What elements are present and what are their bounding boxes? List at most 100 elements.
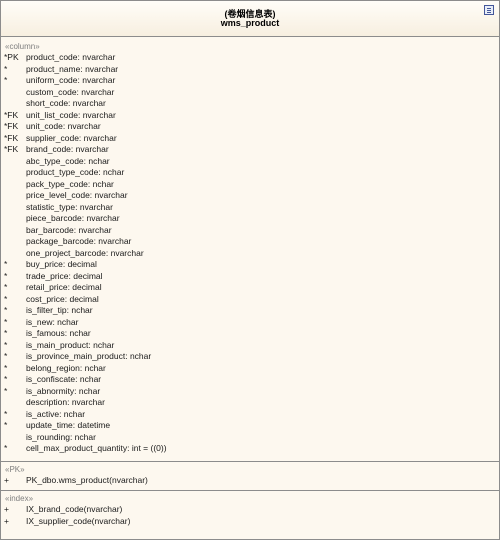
column-row[interactable]: * retail_price: decimal <box>1 282 499 294</box>
column-row-text: uniform_code: nvarchar <box>26 75 116 85</box>
column-row[interactable]: *FK unit_list_code: nvarchar <box>1 110 499 122</box>
column-row[interactable]: * buy_price: decimal <box>1 259 499 271</box>
column-row-text: trade_price: decimal <box>26 270 103 281</box>
column-row-text: product_code: nvarchar <box>26 52 116 62</box>
column-row-text: description: nvarchar <box>26 397 105 407</box>
column-row[interactable]: *PK product_code: nvarchar <box>1 52 499 64</box>
column-row-text: is_rounding: nchar <box>26 431 96 442</box>
column-row[interactable]: short_code: nvarchar <box>1 98 499 110</box>
column-row[interactable]: * trade_price: decimal <box>1 271 499 283</box>
index-row[interactable]: + IX_brand_code(nvarchar) <box>1 504 499 516</box>
class-compartment-icon[interactable] <box>484 5 494 15</box>
column-row-text: cell_max_product_quantity: int = ((0)) <box>26 443 167 453</box>
column-row[interactable]: * is_province_main_product: nchar <box>1 351 499 363</box>
column-row-text: statistic_type: nvarchar <box>26 201 113 212</box>
entity-box[interactable]: (卷烟信息表) wms_product «column» *PK product_… <box>0 0 500 540</box>
column-row[interactable]: * is_active: nchar <box>1 409 499 421</box>
column-row-text: supplier_code: nvarchar <box>26 132 117 143</box>
index-row[interactable]: + IX_supplier_code(nvarchar) <box>1 516 499 528</box>
index-row-text: IX_brand_code(nvarchar) <box>26 504 123 514</box>
column-row[interactable]: description: nvarchar <box>1 397 499 409</box>
columns-list: *PK product_code: nvarchar * product_name: … <box>1 52 499 455</box>
column-row-flag: * <box>4 408 8 419</box>
column-row-text: short_code: nvarchar <box>26 98 106 108</box>
column-row[interactable]: * update_time: datetime <box>1 420 499 432</box>
column-row-flag: * <box>4 259 8 269</box>
column-row[interactable]: * belong_region: nchar <box>1 363 499 375</box>
column-row-text: cost_price: decimal <box>26 293 99 304</box>
column-row[interactable]: statistic_type: nvarchar <box>1 202 499 214</box>
column-row[interactable]: abc_type_code: nchar <box>1 156 499 168</box>
columns-stereotype-label: «column» <box>5 42 40 51</box>
column-row[interactable]: * is_filter_tip: nchar <box>1 305 499 317</box>
pk-row-flag: + <box>4 475 9 485</box>
column-row-flag: *PK <box>4 52 19 62</box>
column-row-flag: * <box>4 385 8 396</box>
column-row[interactable]: * is_famous: nchar <box>1 328 499 340</box>
column-row-flag: *FK <box>4 109 19 120</box>
column-row-text: piece_barcode: nvarchar <box>26 213 120 223</box>
column-row-text: is_new: nchar <box>26 316 79 327</box>
column-row[interactable]: bar_barcode: nvarchar <box>1 225 499 237</box>
column-row[interactable]: package_barcode: nvarchar <box>1 236 499 248</box>
pk-row-text: PK_dbo.wms_product(nvarchar) <box>26 475 148 485</box>
column-row[interactable]: * is_new: nchar <box>1 317 499 329</box>
pk-section: «PK» + PK_dbo.wms_product(nvarchar) <box>1 462 499 491</box>
column-row-text: pack_type_code: nchar <box>26 178 114 189</box>
column-row-text: custom_code: nvarchar <box>26 86 115 97</box>
column-row[interactable]: * product_name: nvarchar <box>1 64 499 76</box>
column-row-flag: * <box>4 282 8 292</box>
column-row-flag: * <box>4 293 8 304</box>
column-row-text: is_confiscate: nchar <box>26 374 102 384</box>
column-row-flag: *FK <box>4 144 19 154</box>
index-list: + IX_brand_code(nvarchar) + IX_supplier_cod… <box>1 504 499 527</box>
column-row[interactable]: * uniform_code: nvarchar <box>1 75 499 87</box>
column-row-text: is_famous: nchar <box>26 328 91 338</box>
column-row[interactable]: * is_confiscate: nchar <box>1 374 499 386</box>
column-row-flag: * <box>4 443 8 453</box>
column-row-flag: * <box>4 270 8 281</box>
column-row[interactable]: *FK brand_code: nvarchar <box>1 144 499 156</box>
column-row-text: is_province_main_product: nchar <box>26 351 152 361</box>
column-row[interactable]: *FK supplier_code: nvarchar <box>1 133 499 145</box>
index-row-flag: + <box>4 515 9 526</box>
column-row-text: buy_price: decimal <box>26 259 97 269</box>
index-row-flag: + <box>4 504 9 514</box>
column-row[interactable]: is_rounding: nchar <box>1 432 499 444</box>
column-row-text: update_time: datetime <box>26 420 111 430</box>
pk-stereotype-label: «PK» <box>5 465 25 474</box>
column-row[interactable]: price_level_code: nvarchar <box>1 190 499 202</box>
column-row-flag: * <box>4 339 8 350</box>
column-row-text: unit_code: nvarchar <box>26 121 101 131</box>
column-row[interactable]: pack_type_code: nchar <box>1 179 499 191</box>
index-row-text: IX_supplier_code(nvarchar) <box>26 515 131 526</box>
column-row-text: retail_price: decimal <box>26 282 102 292</box>
column-row-text: unit_list_code: nvarchar <box>26 109 116 120</box>
column-row-text: abc_type_code: nchar <box>26 155 110 166</box>
column-row-flag: * <box>4 305 8 315</box>
column-row-flag: * <box>4 63 8 74</box>
column-row[interactable]: product_type_code: nchar <box>1 167 499 179</box>
column-row-flag: * <box>4 316 8 327</box>
column-row[interactable]: custom_code: nvarchar <box>1 87 499 99</box>
column-row[interactable]: * is_main_product: nchar <box>1 340 499 352</box>
columns-section: «column» *PK product_code: nvarchar * produ… <box>1 37 499 462</box>
column-row-text: is_abnormity: nchar <box>26 385 101 396</box>
entity-name: wms_product <box>220 18 280 28</box>
column-row[interactable]: *FK unit_code: nvarchar <box>1 121 499 133</box>
column-row-text: brand_code: nvarchar <box>26 144 109 154</box>
column-row-text: product_type_code: nchar <box>26 167 125 177</box>
column-row[interactable]: one_project_barcode: nvarchar <box>1 248 499 260</box>
column-row[interactable]: piece_barcode: nvarchar <box>1 213 499 225</box>
column-row-text: package_barcode: nvarchar <box>26 236 132 246</box>
column-row-text: is_main_product: nchar <box>26 339 115 350</box>
column-row-flag: * <box>4 420 8 430</box>
column-row-flag: * <box>4 374 8 384</box>
column-row-text: one_project_barcode: nvarchar <box>26 247 144 258</box>
column-row[interactable]: * cell_max_product_quantity: int = ((0)) <box>1 443 499 455</box>
column-row-text: bar_barcode: nvarchar <box>26 224 112 235</box>
column-row[interactable]: * is_abnormity: nchar <box>1 386 499 398</box>
column-row[interactable]: * cost_price: decimal <box>1 294 499 306</box>
column-row-text: product_name: nvarchar <box>26 63 119 74</box>
pk-row[interactable]: + PK_dbo.wms_product(nvarchar) <box>1 475 499 487</box>
